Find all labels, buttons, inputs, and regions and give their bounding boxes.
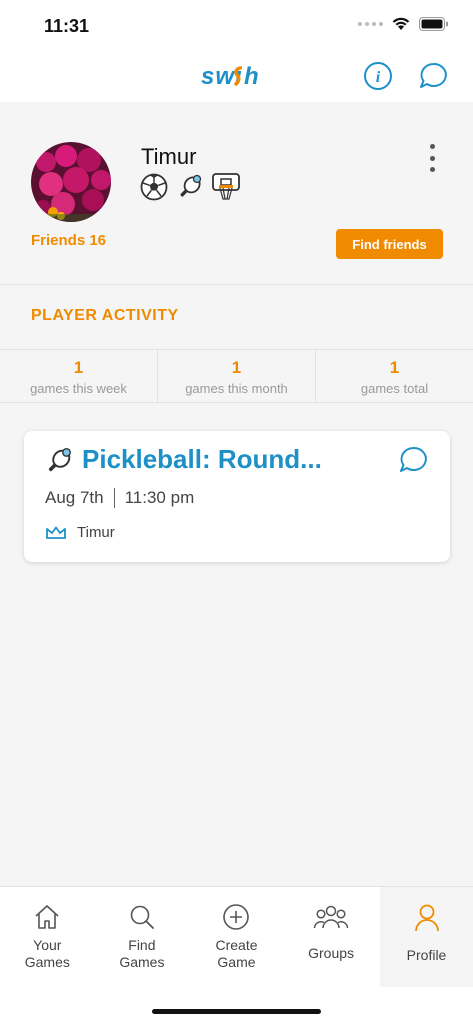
- tab-label: Create Game: [215, 937, 258, 970]
- swish-logo: swi h: [200, 60, 266, 97]
- search-icon: [130, 905, 154, 929]
- crown-icon: [46, 526, 66, 539]
- stat-value: 1: [73, 358, 84, 377]
- stat-label: games total: [360, 381, 429, 396]
- tab-label: Groups: [308, 945, 355, 961]
- game-datetime: Aug 7th 11:30 pm: [45, 488, 194, 508]
- chat-icon: [400, 446, 427, 472]
- stat-total: 1 games total: [316, 350, 473, 402]
- svg-text:h: h: [244, 63, 260, 90]
- wifi-icon: [392, 17, 410, 30]
- app-header: swi h i: [0, 50, 473, 102]
- battery-icon: [419, 16, 448, 31]
- game-time: 11:30 pm: [124, 488, 195, 507]
- info-icon: i: [364, 62, 392, 90]
- info-button[interactable]: i: [362, 60, 394, 92]
- stat-label: games this week: [30, 381, 127, 396]
- tab-your-games[interactable]: Your Games: [0, 887, 95, 987]
- sports-list: [139, 172, 241, 202]
- tab-label: Profile: [406, 947, 447, 963]
- game-host: Timur: [45, 524, 115, 541]
- person-icon: [414, 904, 439, 932]
- game-date: Aug 7th: [45, 488, 104, 507]
- more-options-icon: [429, 144, 435, 149]
- game-card[interactable]: Pickleball: Round... Aug 7th 11:30 pm Ti…: [24, 431, 450, 562]
- avatar[interactable]: [31, 142, 111, 222]
- status-time: 11:31: [44, 16, 90, 36]
- friends-count-link[interactable]: Friends 16: [31, 232, 106, 249]
- plus-circle-icon: [223, 904, 250, 930]
- tab-create-game[interactable]: Create Game: [189, 887, 284, 987]
- swish-logo-mark: swi h: [201, 63, 260, 90]
- status-bar: 11:31: [0, 0, 473, 50]
- username: Timur: [141, 144, 197, 169]
- chat-icon: [420, 62, 447, 88]
- basketball-hoop-icon: [211, 172, 241, 202]
- avatar-image: [31, 142, 111, 222]
- tab-bar: Your Games Find Games Create Game Groups: [0, 886, 473, 1024]
- pickleball-paddle-icon: [175, 172, 205, 202]
- status-icons: [358, 16, 449, 31]
- profile-section: Timur Friends 16 Find friends: [0, 102, 473, 285]
- stat-month: 1 games this month: [158, 350, 316, 402]
- stat-week: 1 games this week: [0, 350, 158, 402]
- home-icon: [35, 905, 59, 929]
- tab-find-games[interactable]: Find Games: [95, 887, 190, 987]
- find-friends-button[interactable]: Find friends: [336, 229, 443, 259]
- tab-groups[interactable]: Groups: [284, 887, 379, 987]
- game-chat-button[interactable]: [398, 445, 428, 475]
- tab-label: Find Games: [119, 937, 165, 970]
- host-name: Timur: [77, 524, 115, 541]
- home-indicator: [152, 1009, 321, 1014]
- svg-text:i: i: [376, 69, 381, 86]
- groups-icon: [313, 905, 349, 929]
- stat-label: games this month: [185, 381, 288, 396]
- tab-profile[interactable]: Profile: [380, 887, 473, 987]
- chat-button[interactable]: [417, 60, 449, 92]
- stat-value: 1: [231, 358, 242, 377]
- stat-value: 1: [389, 358, 400, 377]
- signal-icon: [358, 21, 383, 26]
- player-activity-heading: PLAYER ACTIVITY: [31, 307, 179, 324]
- pickleball-paddle-icon: [44, 446, 74, 476]
- activity-stats: 1 games this week 1 games this month 1 g…: [0, 349, 473, 403]
- tab-label: Your Games: [24, 937, 70, 970]
- date-divider: [113, 488, 115, 508]
- more-options-button[interactable]: [427, 144, 437, 172]
- game-title[interactable]: Pickleball: Round...: [82, 444, 322, 475]
- soccer-ball-icon: [139, 172, 169, 202]
